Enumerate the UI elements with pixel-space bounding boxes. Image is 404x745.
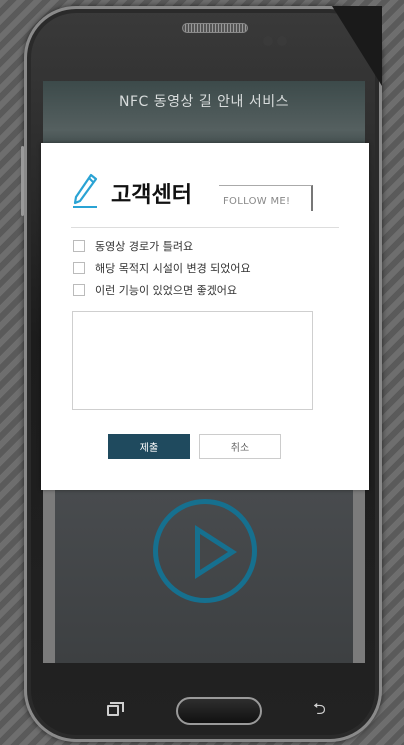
sensor-dot — [277, 36, 287, 46]
feedback-textarea[interactable] — [72, 311, 313, 410]
pen-icon — [73, 173, 98, 208]
option-facility-changed[interactable]: 해당 목적지 시설이 변경 되었어요 — [73, 259, 333, 277]
option-label: 이런 기능이 있었으면 좋겠어요 — [95, 284, 238, 297]
option-checkbox[interactable] — [73, 240, 85, 252]
cancel-button[interactable]: 취소 — [199, 434, 281, 459]
follow-label: FOLLOW ME! — [223, 196, 291, 207]
frame-corner — [332, 6, 382, 86]
customer-center-modal: 고객센터 FOLLOW ME! 동영상 경로가 틀려요 해당 목적지 시설이 변… — [41, 143, 369, 490]
option-route-wrong[interactable]: 동영상 경로가 틀려요 — [73, 237, 333, 255]
option-feature-request[interactable]: 이런 기능이 있었으면 좋겠어요 — [73, 281, 333, 299]
recent-apps-icon[interactable] — [107, 702, 124, 716]
nav-bar: ⮌ — [43, 663, 365, 733]
option-checkbox[interactable] — [73, 262, 85, 274]
submit-button[interactable]: 제출 — [108, 434, 190, 459]
follow-badge: FOLLOW ME! — [219, 185, 313, 211]
modal-title: 고객센터 — [111, 183, 192, 208]
speaker-grille — [182, 23, 248, 33]
volume-button — [21, 146, 24, 216]
option-checkbox[interactable] — [73, 284, 85, 296]
option-label: 해당 목적지 시설이 변경 되었어요 — [95, 262, 251, 275]
option-label: 동영상 경로가 틀려요 — [95, 240, 194, 253]
camera-dot — [263, 36, 273, 46]
back-icon[interactable]: ⮌ — [313, 701, 333, 717]
modal-title-row: 고객센터 FOLLOW ME! — [71, 173, 351, 213]
title-divider — [71, 227, 339, 228]
home-button[interactable] — [176, 697, 262, 725]
